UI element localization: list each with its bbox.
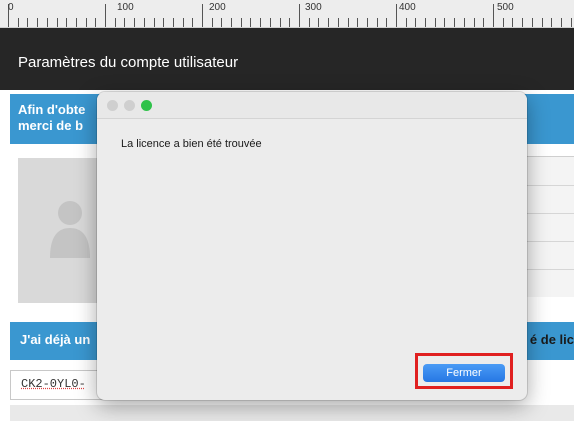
- ruler-label: 300: [305, 2, 322, 13]
- form-divider: [521, 241, 574, 242]
- minimize-window-icon[interactable]: [124, 100, 135, 111]
- page-title: Paramètres du compte utilisateur: [18, 54, 238, 71]
- form-divider: [521, 213, 574, 214]
- ruler-label: 0: [8, 2, 14, 13]
- license-found-dialog: La licence a bien été trouvée Fermer: [97, 92, 527, 400]
- ruler-label: 200: [209, 2, 226, 13]
- info-banner-line-1: Afin d'obte: [18, 102, 85, 117]
- ruler-label: 400: [399, 2, 416, 13]
- ruler-label: 500: [497, 2, 514, 13]
- form-divider: [521, 269, 574, 270]
- form-divider: [521, 185, 574, 186]
- close-button[interactable]: Fermer: [423, 364, 505, 382]
- pixel-ruler: 0 100 200 300 400 500: [0, 0, 574, 28]
- ruler-ticks: [0, 0, 574, 28]
- license-key-label: é de lic: [530, 332, 574, 347]
- user-silhouette-icon: [50, 198, 90, 258]
- close-window-icon[interactable]: [107, 100, 118, 111]
- zoom-window-icon[interactable]: [141, 100, 152, 111]
- account-form-fields: [520, 156, 574, 297]
- existing-license-label: J'ai déjà un: [20, 332, 90, 347]
- dialog-titlebar: [97, 92, 527, 119]
- ruler-label: 100: [117, 2, 134, 13]
- dialog-message: La licence a bien été trouvée: [121, 138, 262, 150]
- app-header: Paramètres du compte utilisateur: [0, 28, 574, 90]
- info-banner-line-2: merci de b: [18, 118, 83, 133]
- bottom-strip: [10, 405, 574, 421]
